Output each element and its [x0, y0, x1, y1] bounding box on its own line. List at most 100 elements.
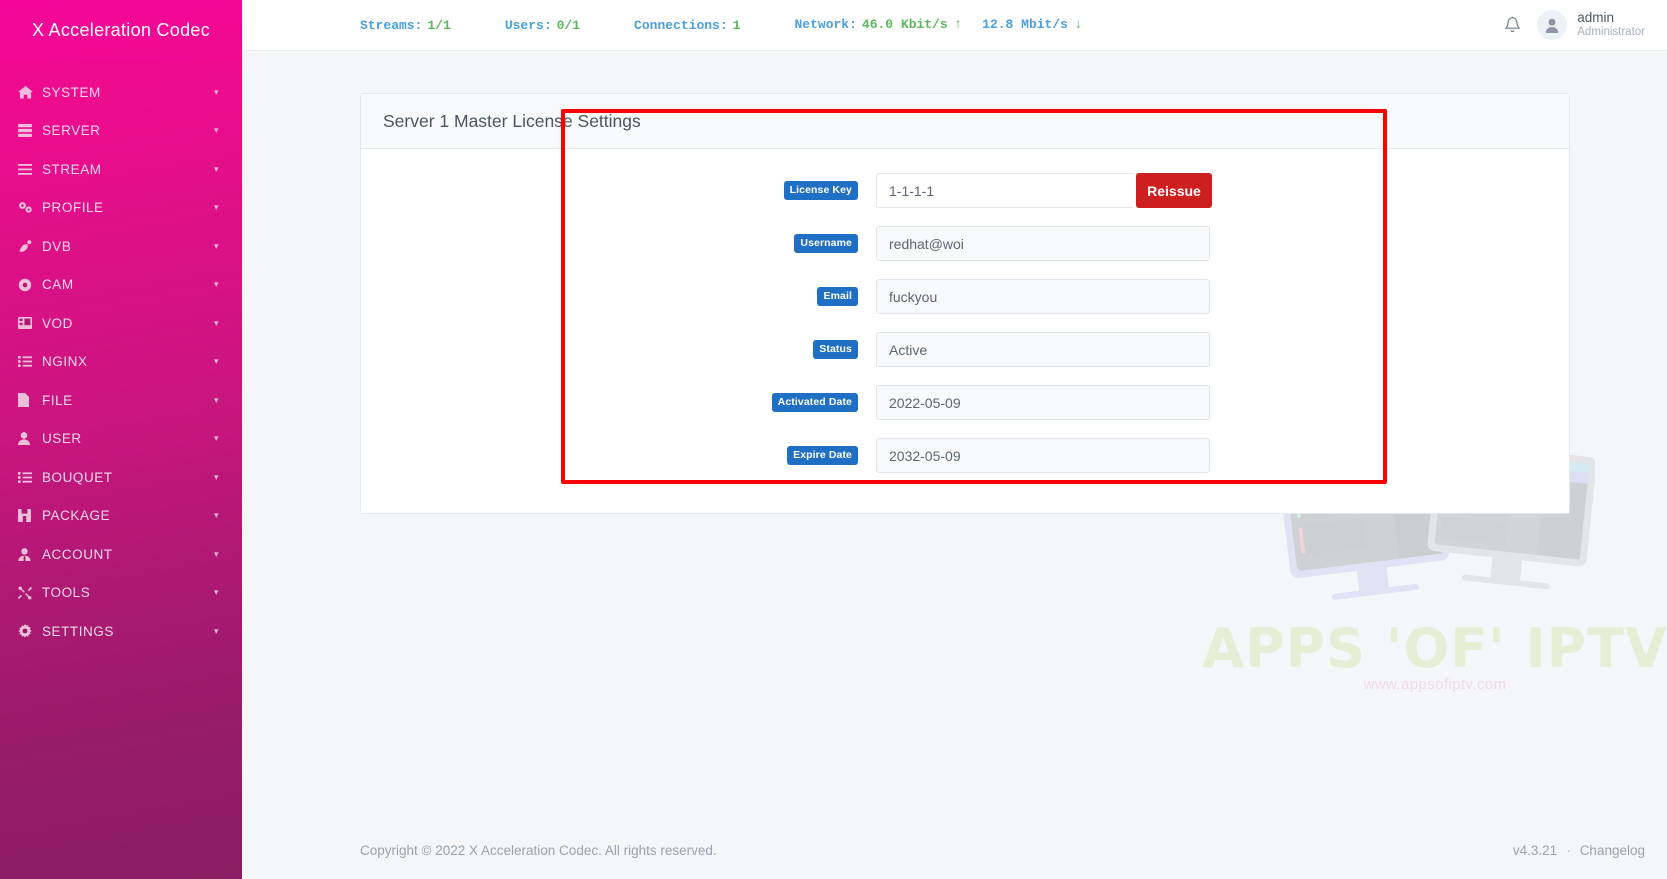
user-avatar-icon [1537, 10, 1568, 40]
sidebar-item-cam[interactable]: CAM ▾ [0, 266, 242, 305]
sidebar-item-bouquet[interactable]: BOUQUET ▾ [0, 458, 242, 497]
top-header: Streams: 1/1 Users: 0/1 Connections: 1 N… [242, 0, 1667, 51]
sidebar-item-system[interactable]: SYSTEM ▾ [0, 73, 242, 112]
sidebar: X Acceleration Codec SYSTEM ▾ SERVER ▾ S… [0, 0, 242, 879]
stat-network-label: Network: [794, 17, 857, 32]
input-col: fuckyou [876, 279, 1210, 314]
label-col: License Key [361, 180, 876, 201]
file-icon [18, 393, 40, 408]
label-col: Status [361, 339, 876, 360]
user-role: Administrator [1577, 26, 1645, 39]
header-stats: Streams: 1/1 Users: 0/1 Connections: 1 N… [242, 17, 1136, 33]
sidebar-label-tools: TOOLS [42, 585, 91, 600]
badge-activated-date: Activated Date [771, 392, 858, 413]
footer-separator: · [1566, 842, 1571, 858]
input-col: 1-1-1-1 Reissue [876, 173, 1212, 208]
user-info: admin Administrator [1577, 10, 1645, 39]
chevron-down-icon: ▾ [214, 510, 220, 521]
chevron-down-icon: ▾ [214, 587, 220, 598]
chevron-down-icon: ▾ [214, 317, 220, 328]
sidebar-label-dvb: DVB [42, 238, 72, 254]
sidebar-label-profile: PROFILE [42, 200, 104, 215]
status-input[interactable]: Active [876, 332, 1210, 367]
header-right: admin Administrator [1504, 10, 1667, 40]
account-icon [18, 547, 40, 561]
stat-users-label: Users: [504, 17, 552, 33]
card-header: Server 1 Master License Settings [361, 94, 1569, 149]
email-input[interactable]: fuckyou [876, 279, 1210, 314]
copyright-text: Copyright © 2022 X Acceleration Codec. A… [360, 842, 717, 858]
sidebar-item-package[interactable]: PACKAGE ▾ [0, 497, 242, 536]
stat-connections-label: Connections: [634, 17, 728, 33]
sidebar-label-nginx: NGINX [42, 354, 88, 369]
activated-date-input[interactable]: 2022-05-09 [876, 385, 1210, 420]
cam-icon [18, 278, 40, 292]
username-input[interactable]: redhat@woi [876, 226, 1210, 261]
sidebar-item-dvb[interactable]: DVB ▾ [0, 227, 242, 266]
app-root: X Acceleration Codec SYSTEM ▾ SERVER ▾ S… [0, 0, 1667, 879]
input-col: 2022-05-09 [876, 385, 1210, 420]
chevron-down-icon: ▾ [214, 279, 220, 290]
sidebar-item-server[interactable]: SERVER ▾ [0, 112, 242, 151]
brand-title: X Acceleration Codec [0, 0, 242, 60]
page-footer: Copyright © 2022 X Acceleration Codec. A… [242, 821, 1667, 879]
form-row-email: Email fuckyou [361, 279, 1569, 314]
label-col: Username [361, 233, 876, 254]
chevron-down-icon: ▾ [214, 433, 220, 444]
input-col: Active [876, 332, 1210, 367]
expire-date-input[interactable]: 2032-05-09 [876, 438, 1210, 473]
sidebar-item-account[interactable]: ACCOUNT ▾ [0, 535, 242, 574]
stat-streams: Streams: 1/1 [360, 18, 451, 33]
user-icon [18, 432, 40, 446]
watermark-title: APPS 'OF' IPTV [1202, 616, 1667, 680]
sidebar-item-file[interactable]: FILE ▾ [0, 381, 242, 420]
sidebar-label-server: SERVER [42, 123, 101, 138]
label-col: Activated Date [361, 392, 876, 413]
list-icon [18, 471, 40, 483]
chevron-down-icon: ▾ [214, 86, 220, 97]
home-icon [18, 85, 40, 99]
license-settings-card: Server 1 Master License Settings License… [360, 93, 1570, 514]
sidebar-label-bouquet: BOUQUET [42, 469, 113, 485]
changelog-link[interactable]: Changelog [1580, 843, 1645, 858]
sidebar-item-stream[interactable]: STREAM ▾ [0, 150, 242, 189]
arrow-down-icon: ↓ [1073, 17, 1083, 33]
form-row-activated-date: Activated Date 2022-05-09 [361, 385, 1569, 420]
stat-streams-value: 1/1 [427, 17, 451, 33]
form-row-expire-date: Expire Date 2032-05-09 [361, 438, 1569, 473]
label-col: Email [361, 286, 876, 307]
reissue-button[interactable]: Reissue [1136, 173, 1212, 208]
sidebar-item-tools[interactable]: TOOLS ▾ [0, 574, 242, 613]
satellite-dish-icon [18, 240, 40, 253]
user-menu[interactable]: admin Administrator [1537, 10, 1645, 40]
stat-network-download: 12.8 Mbit/s [982, 17, 1068, 32]
chevron-down-icon: ▾ [214, 163, 220, 174]
chevron-down-icon: ▾ [214, 125, 220, 136]
stream-icon [18, 163, 40, 175]
user-name: admin [1577, 10, 1615, 26]
stat-users: Users: 0/1 [505, 18, 580, 33]
main-area: Streams: 1/1 Users: 0/1 Connections: 1 N… [242, 0, 1667, 879]
sidebar-item-settings[interactable]: SETTINGS ▾ [0, 612, 242, 651]
chevron-down-icon: ▾ [214, 471, 220, 482]
film-icon [18, 317, 40, 330]
stat-users-value: 0/1 [556, 17, 581, 33]
badge-status: Status [813, 339, 858, 360]
sidebar-item-user[interactable]: USER ▾ [0, 420, 242, 459]
stat-network: Network: 46.0 Kbit/s ↑ [794, 17, 962, 33]
sidebar-item-nginx[interactable]: NGINX ▾ [0, 343, 242, 382]
badge-username: Username [794, 233, 858, 254]
sidebar-label-cam: CAM [42, 277, 74, 292]
input-col: redhat@woi [876, 226, 1210, 261]
sidebar-label-settings: SETTINGS [42, 623, 114, 639]
stat-connections: Connections: 1 [634, 18, 740, 33]
label-col: Expire Date [361, 445, 876, 466]
form-row-status: Status Active [361, 332, 1569, 367]
sidebar-item-vod[interactable]: VOD ▾ [0, 304, 242, 343]
sidebar-item-profile[interactable]: PROFILE ▾ [0, 189, 242, 228]
bell-icon[interactable] [1504, 16, 1521, 35]
license-key-input[interactable]: 1-1-1-1 [876, 173, 1134, 208]
server-icon [18, 124, 40, 138]
sidebar-label-user: USER [42, 431, 82, 446]
badge-license-key: License Key [783, 180, 858, 201]
